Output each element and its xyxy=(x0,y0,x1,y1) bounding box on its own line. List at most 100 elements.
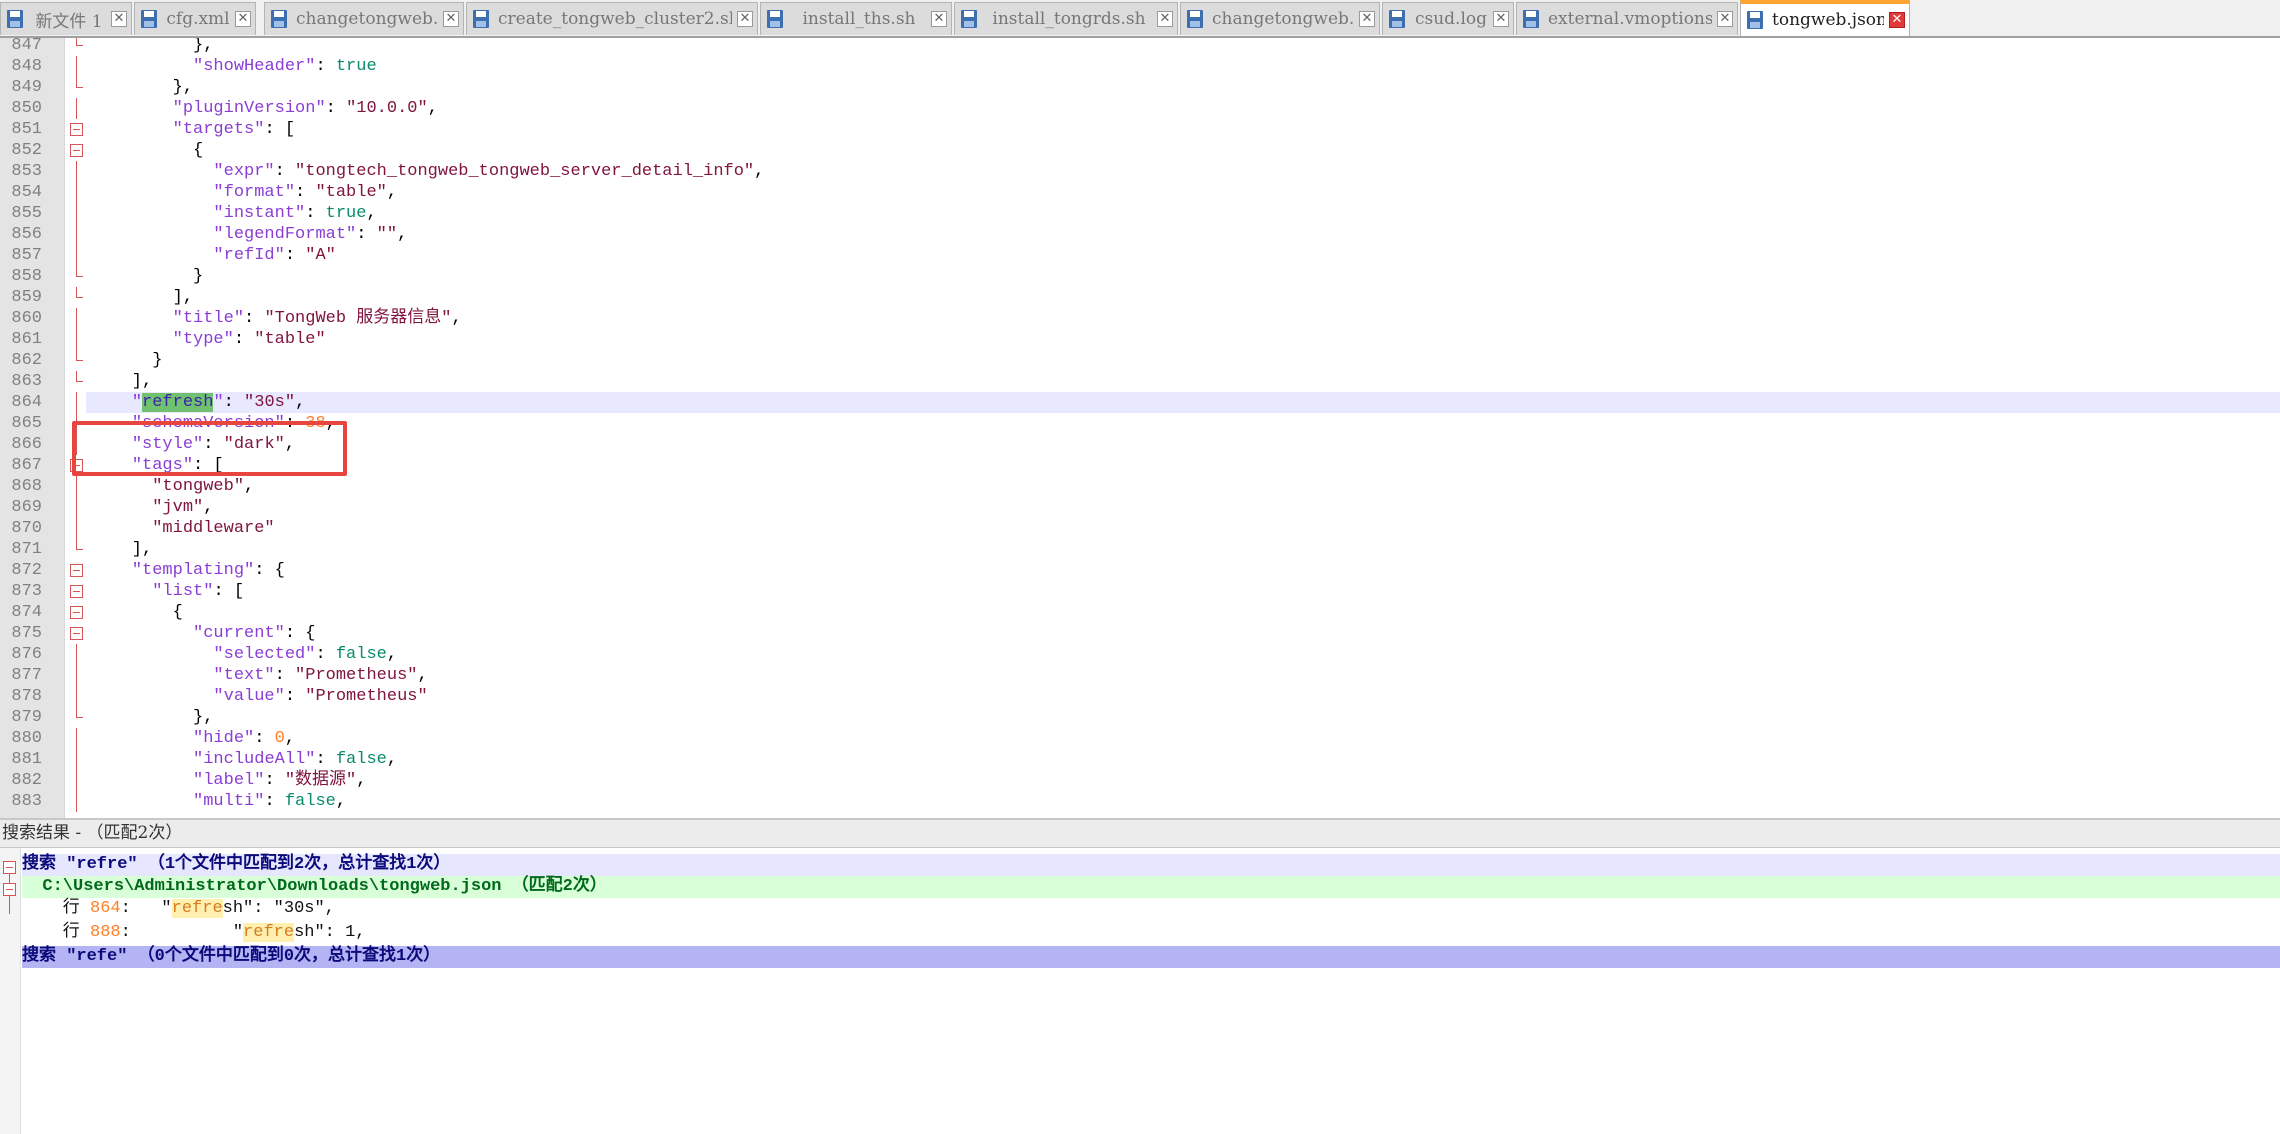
code-line[interactable]: 873 "list": [ xyxy=(0,581,2280,602)
save-file-icon xyxy=(141,10,157,28)
fold-toggle-icon[interactable] xyxy=(70,606,83,619)
code-text: "selected": false, xyxy=(213,645,398,664)
save-file-icon xyxy=(7,10,23,28)
line-number: 869 xyxy=(11,498,42,517)
search-results-panel: 搜索结果 - （匹配2次） 搜索 "refre" （1个文件中匹配到2次，总计查… xyxy=(0,818,2280,1134)
code-text: "targets": [ xyxy=(172,120,296,139)
fold-end-marker xyxy=(76,707,83,718)
fold-line xyxy=(76,245,77,266)
fold-toggle-icon[interactable] xyxy=(3,883,16,896)
close-tab-icon[interactable]: ✕ xyxy=(235,11,251,27)
code-line[interactable]: 864 "refresh": "30s", xyxy=(0,392,2280,413)
tab-3[interactable]: changetongweb.sh ✕ xyxy=(264,2,464,35)
code-line[interactable]: 855 "instant": true, xyxy=(0,203,2280,224)
code-text: "templating": { xyxy=(131,561,285,580)
code-line[interactable]: 861 "type": "table" xyxy=(0,329,2280,350)
line-number: 880 xyxy=(11,729,42,748)
line-number: 868 xyxy=(11,477,42,496)
line-number: 872 xyxy=(11,561,42,580)
search-result-row[interactable]: 行 888: "refresh": 1, xyxy=(22,922,2280,944)
line-number: 865 xyxy=(11,414,42,433)
code-line[interactable]: 853 "expr": "tongtech_tongweb_tongweb_se… xyxy=(0,161,2280,182)
line-number: 863 xyxy=(11,372,42,391)
close-tab-icon[interactable]: ✕ xyxy=(737,11,753,27)
close-tab-icon[interactable]: ✕ xyxy=(111,11,127,27)
highlight-annotation-box xyxy=(72,421,347,476)
tab-6[interactable]: install_tongrds.sh ✕ xyxy=(954,2,1178,35)
code-line[interactable]: 877 "text": "Prometheus", xyxy=(0,665,2280,686)
save-file-icon xyxy=(1523,10,1539,28)
code-line[interactable]: 870 "middleware" xyxy=(0,518,2280,539)
close-tab-icon[interactable]: ✕ xyxy=(931,11,947,27)
fold-end-marker xyxy=(76,350,83,361)
close-tab-icon[interactable]: ✕ xyxy=(1493,11,1509,27)
code-text: } xyxy=(91,351,163,370)
code-line[interactable]: 871 ], xyxy=(0,539,2280,560)
fold-toggle-icon[interactable] xyxy=(70,585,83,598)
tab-8[interactable]: csud.log ✕ xyxy=(1382,2,1514,35)
close-tab-icon[interactable]: ✕ xyxy=(1359,11,1375,27)
fold-toggle-icon[interactable] xyxy=(3,861,16,874)
code-line[interactable]: 858 } xyxy=(0,266,2280,287)
code-line[interactable]: 847 }, xyxy=(0,38,2280,56)
search-result-row[interactable]: 行 864: "refresh": "30s", xyxy=(22,898,2280,920)
code-line[interactable]: 883 "multi": false, xyxy=(0,791,2280,812)
result-line-number: 888 xyxy=(90,923,121,942)
close-tab-icon[interactable]: ✕ xyxy=(1717,11,1733,27)
fold-toggle-icon[interactable] xyxy=(70,144,83,157)
code-line[interactable]: 854 "format": "table", xyxy=(0,182,2280,203)
tab-10[interactable]: tongweb.json ✕ xyxy=(1740,0,1910,36)
fold-toggle-icon[interactable] xyxy=(70,564,83,577)
line-number: 871 xyxy=(11,540,42,559)
line-number: 851 xyxy=(11,120,42,139)
code-line[interactable]: 851 "targets": [ xyxy=(0,119,2280,140)
code-line[interactable]: 876 "selected": false, xyxy=(0,644,2280,665)
close-tab-icon[interactable]: ✕ xyxy=(1889,12,1905,28)
search-header-refre[interactable]: 搜索 "refre" （1个文件中匹配到2次，总计查找1次） xyxy=(22,854,2280,876)
code-line[interactable]: 878 "value": "Prometheus" xyxy=(0,686,2280,707)
code-line[interactable]: 852 { xyxy=(0,140,2280,161)
tab-label: changetongweb.sh xyxy=(1212,9,1354,29)
code-line[interactable]: 875 "current": { xyxy=(0,623,2280,644)
tab-5[interactable]: install_ths.sh ✕ xyxy=(760,2,952,35)
line-number: 859 xyxy=(11,288,42,307)
code-line[interactable]: 868 "tongweb", xyxy=(0,476,2280,497)
code-text: "list": [ xyxy=(152,582,245,601)
line-number: 850 xyxy=(11,99,42,118)
fold-line xyxy=(76,203,77,224)
code-line[interactable]: 872 "templating": { xyxy=(0,560,2280,581)
close-tab-icon[interactable]: ✕ xyxy=(1157,11,1173,27)
code-line[interactable]: 857 "refId": "A" xyxy=(0,245,2280,266)
file-header[interactable]: C:\Users\Administrator\Downloads\tongweb… xyxy=(22,876,2280,898)
code-editor[interactable]: 847 }, 848 "showHeader": true 849 }, 850 "p… xyxy=(0,38,2280,818)
tab-2[interactable]: cfg.xml ✕ xyxy=(134,2,256,35)
code-line[interactable]: 850 "pluginVersion": "10.0.0", xyxy=(0,98,2280,119)
tab-4[interactable]: create_tongweb_cluster2.sh ✕ xyxy=(466,2,758,35)
search-results-title: 搜索结果 - （匹配2次） xyxy=(0,818,2280,848)
code-line[interactable]: 849 }, xyxy=(0,77,2280,98)
fold-line xyxy=(76,518,77,539)
search-header-refe[interactable]: 搜索 "refe" （0个文件中匹配到0次，总计查找1次） xyxy=(22,946,2280,968)
code-line[interactable]: 869 "jvm", xyxy=(0,497,2280,518)
code-line[interactable]: 882 "label": "数据源", xyxy=(0,770,2280,791)
code-line[interactable]: 881 "includeAll": false, xyxy=(0,749,2280,770)
fold-toggle-icon[interactable] xyxy=(70,627,83,640)
code-line[interactable]: 862 } xyxy=(0,350,2280,371)
close-tab-icon[interactable]: ✕ xyxy=(443,11,459,27)
code-line[interactable]: 874 { xyxy=(0,602,2280,623)
code-line[interactable]: 848 "showHeader": true xyxy=(0,56,2280,77)
tab-7[interactable]: changetongweb.sh ✕ xyxy=(1180,2,1380,35)
tab-9[interactable]: external.vmoptions ✕ xyxy=(1516,2,1738,35)
code-line[interactable]: 863 ], xyxy=(0,371,2280,392)
code-line[interactable]: 856 "legendFormat": "", xyxy=(0,224,2280,245)
tab-1[interactable]: 新文件 1 ✕ xyxy=(0,2,132,35)
line-number: 847 xyxy=(11,38,42,55)
code-line[interactable]: 860 "title": "TongWeb 服务器信息", xyxy=(0,308,2280,329)
line-number: 848 xyxy=(11,57,42,76)
code-line[interactable]: 859 ], xyxy=(0,287,2280,308)
code-text: "pluginVersion": "10.0.0", xyxy=(172,99,438,118)
code-line[interactable]: 880 "hide": 0, xyxy=(0,728,2280,749)
fold-toggle-icon[interactable] xyxy=(70,123,83,136)
result-line-number: 864 xyxy=(90,899,121,918)
code-line[interactable]: 879 }, xyxy=(0,707,2280,728)
